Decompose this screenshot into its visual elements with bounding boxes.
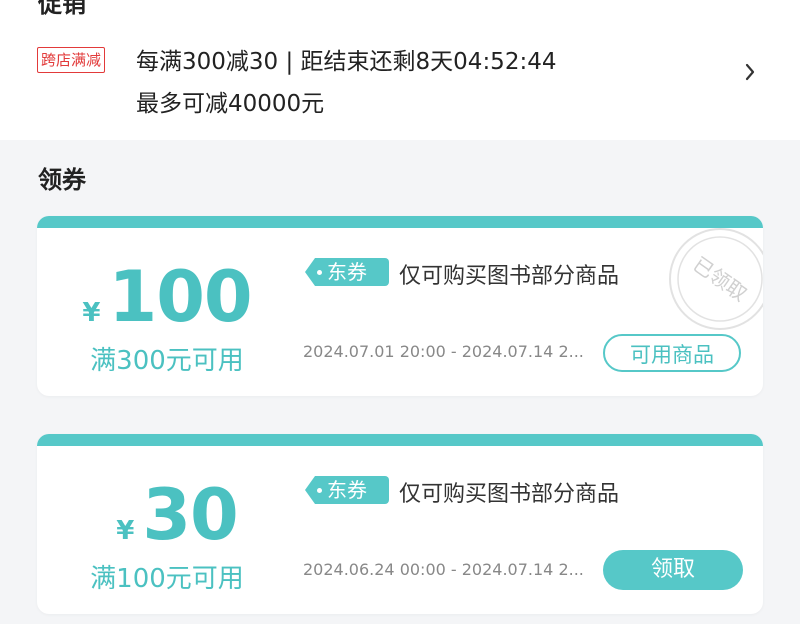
coupon-type-label: 东券 — [327, 260, 367, 284]
coupon-condition: 满300元可用 — [90, 346, 244, 376]
tag-dot — [317, 487, 322, 493]
coupon-condition: 满100元可用 — [90, 564, 244, 594]
coupon-value: 100 — [108, 256, 252, 338]
coupon-amount: ¥100 — [37, 256, 297, 338]
coupon-validity: 2024.06.24 00:00 - 2024.07.14 2... — [303, 560, 584, 579]
coupon-type-tag: 东券 — [305, 258, 389, 286]
promotion-max-discount-text: 最多可减40000元 — [136, 91, 325, 117]
coupon-validity: 2024.07.01 20:00 - 2024.07.14 2... — [303, 342, 584, 361]
currency-symbol: ¥ — [82, 298, 101, 328]
coupon-top-strip — [37, 216, 763, 228]
promotion-rule-text: 每满300减30 | 距结束还剩8天04:52:44 — [136, 49, 557, 75]
coupon-section: 领券 ¥100 满300元可用 东券 仅可购买图书部分商品 2024.07.01… — [0, 140, 800, 624]
coupon-type-tag: 东券 — [305, 476, 389, 504]
tag-dot — [317, 269, 322, 275]
coupon-top-strip — [37, 434, 763, 446]
coupon-description: 仅可购买图书部分商品 — [399, 264, 620, 289]
claim-coupon-button[interactable]: 领取 — [603, 550, 743, 590]
promotion-title: 促销 — [38, 0, 86, 18]
cross-store-discount-tag: 跨店满减 — [37, 47, 106, 73]
coupon-amount: ¥30 — [47, 474, 307, 556]
currency-symbol: ¥ — [116, 516, 135, 546]
claimed-stamp: 已领取 — [665, 224, 763, 334]
coupon-value: 30 — [142, 474, 238, 556]
coupon-description: 仅可购买图书部分商品 — [399, 482, 620, 507]
promotion-section[interactable]: 促销 跨店满减 每满300减30 | 距结束还剩8天04:52:44 最多可减4… — [0, 0, 800, 140]
coupon-card[interactable]: ¥100 满300元可用 东券 仅可购买图书部分商品 2024.07.01 20… — [37, 216, 763, 396]
coupon-card[interactable]: ¥30 满100元可用 东券 仅可购买图书部分商品 2024.06.24 00:… — [37, 434, 763, 614]
chevron-right-icon[interactable] — [744, 62, 756, 82]
coupon-type-label: 东券 — [327, 478, 367, 502]
coupon-section-title: 领券 — [38, 166, 86, 194]
